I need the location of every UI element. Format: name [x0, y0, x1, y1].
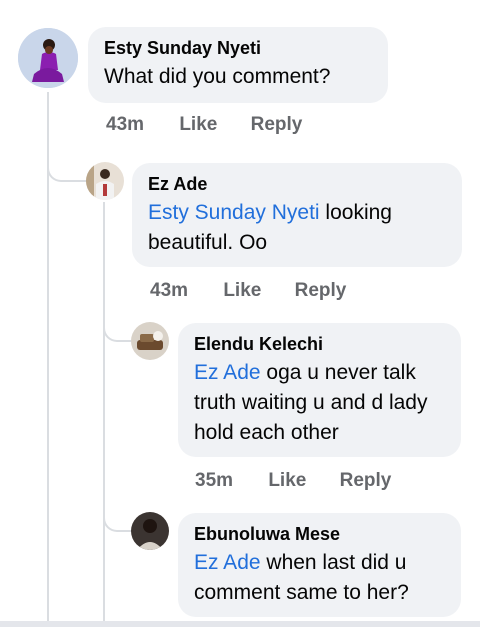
avatar[interactable]: [131, 512, 169, 550]
comment-text: What did you comment?: [104, 65, 331, 88]
like-button[interactable]: Like: [268, 470, 306, 491]
person-icon: [86, 162, 124, 200]
comment-author[interactable]: Esty Sunday Nyeti: [104, 37, 374, 59]
avatar[interactable]: [131, 322, 169, 360]
like-button[interactable]: Like: [223, 280, 261, 301]
comment-actions: 43m Like Reply: [150, 280, 374, 302]
reply-button[interactable]: Reply: [295, 280, 347, 301]
avatar[interactable]: [86, 162, 124, 200]
comment-text: Ez Ade oga u never talk truth waiting u …: [194, 361, 427, 444]
like-button[interactable]: Like: [179, 114, 217, 135]
mention-link[interactable]: Esty Sunday Nyeti: [148, 201, 320, 224]
thread-elbow: [47, 150, 87, 182]
thread-line-nested: [103, 202, 105, 627]
comment-time[interactable]: 35m: [195, 470, 233, 491]
comment-time[interactable]: 43m: [150, 280, 188, 301]
comment-author[interactable]: Ebunoluwa Mese: [194, 523, 447, 545]
mention-link[interactable]: Ez Ade: [194, 551, 261, 574]
comment-time[interactable]: 43m: [106, 114, 144, 135]
comment-text: Ez Ade when last did u comment same to h…: [194, 551, 409, 604]
comment-author[interactable]: Elendu Kelechi: [194, 333, 447, 355]
reply-button[interactable]: Reply: [340, 470, 392, 491]
photo-icon: [131, 322, 169, 360]
comment-bubble: Ebunoluwa Mese Ez Ade when last did u co…: [178, 513, 461, 617]
comment-text: Esty Sunday Nyeti looking beautiful. Oo: [148, 201, 392, 254]
reply-button[interactable]: Reply: [251, 114, 303, 135]
comment-bubble: Elendu Kelechi Ez Ade oga u never talk t…: [178, 323, 461, 457]
thread-elbow: [103, 310, 131, 342]
bottom-divider: [0, 621, 480, 627]
person-icon: [18, 28, 78, 88]
comment-bubble: Ez Ade Esty Sunday Nyeti looking beautif…: [132, 163, 462, 267]
person-icon: [131, 512, 169, 550]
mention-link[interactable]: Ez Ade: [194, 361, 261, 384]
comment-author[interactable]: Ez Ade: [148, 173, 448, 195]
avatar[interactable]: [18, 28, 78, 88]
comment-bubble: Esty Sunday Nyeti What did you comment?: [88, 27, 388, 103]
comment-actions: 43m Like Reply: [106, 114, 330, 136]
comment-actions: 35m Like Reply: [195, 470, 419, 492]
thread-elbow: [103, 500, 131, 532]
